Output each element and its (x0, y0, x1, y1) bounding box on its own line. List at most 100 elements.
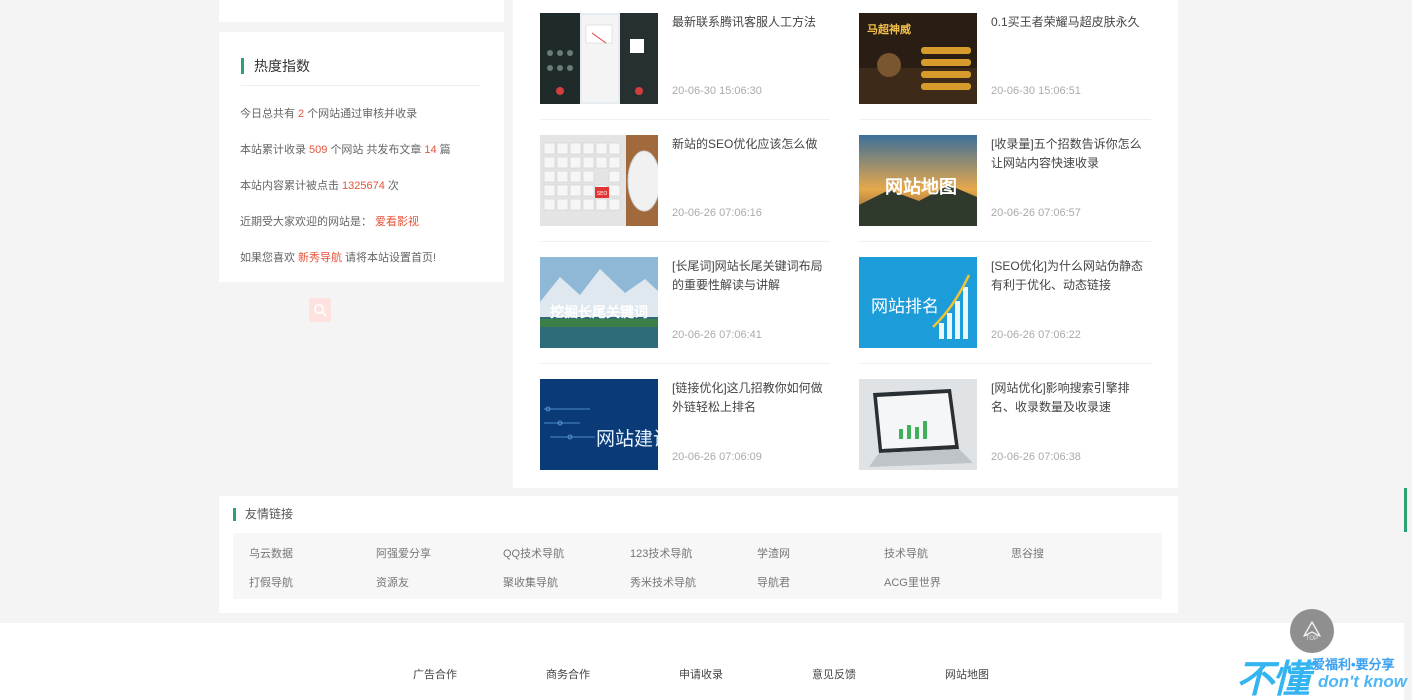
article-thumbnail[interactable]: 网站地图 (859, 135, 977, 226)
article-thumbnail[interactable]: SEO (540, 135, 658, 226)
sitemap-thumb-label: 网站地图 (885, 176, 957, 198)
article-item[interactable]: 网站地图 [收录量]五个招数告诉你怎么让网站内容快速收录 20-06-26 07… (859, 135, 1151, 227)
footer-link-feedback[interactable]: 意见反馈 (812, 666, 856, 682)
friend-link[interactable]: 技术导航 (884, 545, 928, 561)
watermark-logo: 不懂 爱福利•要分享 don't know (1236, 648, 1412, 700)
divider (241, 85, 480, 86)
scrollbar-track[interactable] (1404, 0, 1412, 700)
longtail-thumb-label: 挖掘长尾关键词 (550, 304, 648, 321)
stat-label: 次 (387, 180, 399, 192)
footer-link-apply[interactable]: 申请收录 (679, 666, 723, 682)
stat-label: 今日总共有 (240, 108, 295, 120)
article-item[interactable]: [网站优化]影响搜索引擎排名、收录数量及收录速 20-06-26 07:06:3… (859, 379, 1151, 471)
stat-label: 篇 (439, 144, 451, 156)
article-time: 20-06-30 15:06:30 (672, 85, 762, 97)
article-title[interactable]: 最新联系腾讯客服人工方法 (672, 13, 832, 32)
stat-label: 如果您喜欢 (240, 252, 295, 264)
footer-link-sitemap[interactable]: 网站地图 (945, 666, 989, 682)
article-item[interactable]: 马超神威 0.1买王者荣耀马超皮肤永久 20-06-30 15:06:51 (859, 13, 1151, 105)
footer-link-ads[interactable]: 广告合作 (413, 666, 457, 682)
friend-link[interactable]: 资源友 (376, 574, 409, 590)
footer-link-business[interactable]: 商务合作 (546, 666, 590, 682)
stat-value: 14 (424, 144, 437, 156)
article-time: 20-06-30 15:06:51 (991, 85, 1081, 97)
friend-links-box: 乌云数据 阿强爱分享 QQ技术导航 123技术导航 学渣网 技术导航 思谷搜 打… (233, 533, 1162, 599)
article-thumbnail[interactable]: 网站建设 (540, 379, 658, 470)
article-time: 20-06-26 07:06:09 (672, 451, 762, 463)
stat-label: 本站累计收录 (240, 144, 306, 156)
friend-link[interactable]: 学渣网 (757, 545, 790, 561)
article-thumbnail[interactable]: 网站排名 (859, 257, 977, 348)
divider (540, 363, 830, 364)
stat-clicks: 本站内容累计被点击 1325674 次 (240, 177, 399, 193)
stat-value: 1325674 (342, 180, 385, 192)
friend-link[interactable]: 导航君 (757, 574, 790, 590)
article-title[interactable]: [链接优化]这几招教你如何做外链轻松上排名 (672, 379, 832, 417)
seo-key-label: SEO (597, 191, 607, 197)
article-thumbnail[interactable] (540, 13, 658, 104)
hot-index-card: 热度指数 今日总共有 2 个网站通过审核并收录 本站累计收录 509 个网站 共发布文章… (219, 32, 504, 282)
friend-link[interactable]: 秀米技术导航 (630, 574, 696, 590)
hot-index-title: 热度指数 (241, 58, 310, 74)
article-time: 20-06-26 07:06:41 (672, 329, 762, 341)
article-thumbnail[interactable]: 马超神威 (859, 13, 977, 104)
friend-link[interactable]: 思谷搜 (1011, 545, 1044, 561)
article-title[interactable]: [网站优化]影响搜索引擎排名、收录数量及收录速 (991, 379, 1151, 417)
back-to-top-button[interactable]: TOP (1290, 609, 1334, 653)
search-button[interactable] (309, 298, 331, 322)
stat-today: 今日总共有 2 个网站通过审核并收录 (240, 105, 417, 121)
stat-popular: 近期受大家欢迎的网站是： 爱看影视 (240, 213, 422, 229)
friend-link[interactable]: 阿强爱分享 (376, 545, 431, 561)
friend-link[interactable]: 打假导航 (249, 574, 293, 590)
stat-total: 本站累计收录 509 个网站 共发布文章 14 篇 (240, 141, 451, 157)
article-item[interactable]: 网站建设 [链接优化]这几招教你如何做外链轻松上排名 20-06-26 07:0… (540, 379, 832, 471)
article-time: 20-06-26 07:06:57 (991, 207, 1081, 219)
ranking-thumb-label: 网站排名 (871, 297, 939, 317)
watermark-line1: 爱福利•要分享 (1312, 657, 1395, 672)
article-item[interactable]: 网站排名 [SEO优化]为什么网站伪静态有利于优化、动态链接 20-06-26 … (859, 257, 1151, 349)
article-title[interactable]: 新站的SEO优化应该怎么做 (672, 135, 832, 154)
search-icon (314, 304, 327, 317)
article-thumbnail[interactable]: 挖掘长尾关键词 (540, 257, 658, 348)
article-title[interactable]: [长尾词]网站长尾关键词布局的重要性解读与讲解 (672, 257, 832, 295)
friend-links-title: 友情链接 (233, 508, 293, 521)
article-time: 20-06-26 07:06:22 (991, 329, 1081, 341)
sidebar-top-card (219, 0, 504, 22)
scrollbar-thumb[interactable] (1404, 488, 1407, 532)
watermark-big-text: 不懂 (1236, 659, 1310, 700)
building-thumb-label: 网站建设 (596, 428, 658, 450)
stat-label: 请将本站设置首页! (345, 252, 437, 264)
article-item[interactable]: 挖掘长尾关键词 [长尾词]网站长尾关键词布局的重要性解读与讲解 20-06-26… (540, 257, 832, 349)
friend-link[interactable]: ACG里世界 (884, 574, 941, 590)
article-time: 20-06-26 07:06:16 (672, 207, 762, 219)
stat-label: 个网站通过审核并收录 (307, 108, 418, 120)
stat-homepage: 如果您喜欢 新秀导航 请将本站设置首页! (240, 249, 436, 265)
watermark-line2: don't know (1318, 672, 1408, 691)
article-item[interactable]: 最新联系腾讯客服人工方法 20-06-30 15:06:30 (540, 13, 832, 105)
site-name-link[interactable]: 新秀导航 (298, 252, 342, 264)
stat-label: 本站内容累计被点击 (240, 180, 339, 192)
stat-label: 个网站 共发布文章 (330, 144, 422, 156)
divider (859, 119, 1151, 120)
article-list-panel: 最新联系腾讯客服人工方法 20-06-30 15:06:30 马超神威 0.1买… (513, 0, 1178, 488)
game-thumb-title: 马超神威 (867, 22, 911, 36)
divider (859, 363, 1151, 364)
article-thumbnail[interactable] (859, 379, 977, 470)
popular-site-link[interactable]: 爱看影视 (375, 216, 419, 228)
divider (859, 241, 1151, 242)
friend-link[interactable]: 乌云数据 (249, 545, 293, 561)
article-title[interactable]: [SEO优化]为什么网站伪静态有利于优化、动态链接 (991, 257, 1151, 295)
friend-link[interactable]: 聚收集导航 (503, 574, 558, 590)
friend-link[interactable]: QQ技术导航 (503, 545, 564, 561)
article-title[interactable]: [收录量]五个招数告诉你怎么让网站内容快速收录 (991, 135, 1151, 173)
stat-label: 近期受大家欢迎的网站是： (240, 216, 372, 228)
footer: 广告合作 商务合作 申请收录 意见反馈 网站地图 (0, 623, 1412, 700)
friend-link[interactable]: 123技术导航 (630, 545, 692, 561)
back-to-top-label: TOP (1305, 636, 1319, 642)
stat-value: 2 (298, 108, 305, 120)
friend-links-card: 友情链接 乌云数据 阿强爱分享 QQ技术导航 123技术导航 学渣网 技术导航 … (219, 496, 1178, 613)
stat-value: 509 (309, 144, 328, 156)
article-item[interactable]: SEO 新站的SEO优化应该怎么做 20-06-26 07:06:16 (540, 135, 832, 227)
article-title[interactable]: 0.1买王者荣耀马超皮肤永久 (991, 13, 1151, 32)
divider (540, 119, 830, 120)
